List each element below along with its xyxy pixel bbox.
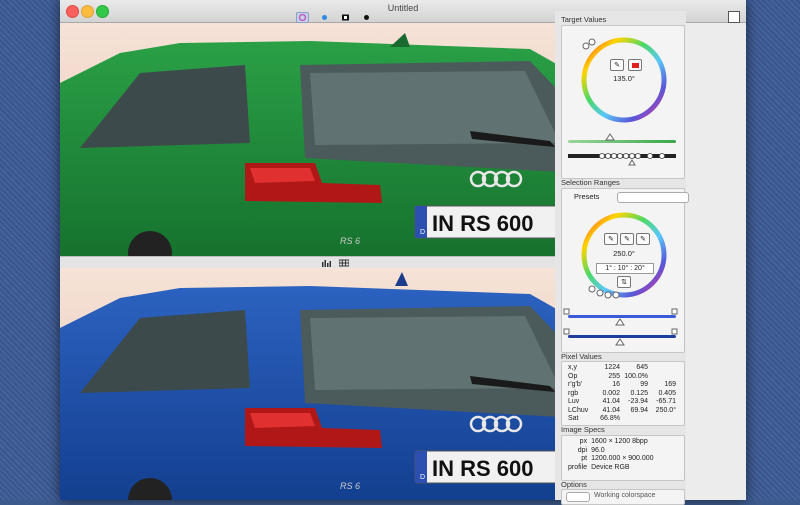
image-spec-label: px xyxy=(579,438,588,445)
square-icon[interactable] xyxy=(340,13,351,22)
pixel-value-cell xyxy=(650,373,678,382)
pixel-value-cell: 645 xyxy=(636,364,648,371)
pixel-value-cell: 169 xyxy=(664,381,676,388)
target-values-title: Target Values xyxy=(561,15,607,24)
options-title: Options xyxy=(561,480,587,489)
image-spec-row: profile Device RGB xyxy=(566,464,656,473)
image-spec-label: pt xyxy=(581,455,588,462)
license-plate-text: IN RS 600 xyxy=(432,211,534,236)
license-plate-text: IN RS 600 xyxy=(432,456,534,481)
image-spec-row: pt 1200.000 × 900.000 xyxy=(566,455,656,464)
image-specs-panel: px 1600 × 1200 8bpp dpi 96.0 pt 1200.000 × 90… xyxy=(561,435,685,481)
image-spec-row: dpi 96.0 xyxy=(566,447,656,456)
eyedropper-icon[interactable]: ✎ xyxy=(604,233,618,245)
plate-prefix: D xyxy=(420,229,425,236)
pixel-value-label: Luv xyxy=(568,398,580,405)
pixel-value-label: r'g'b' xyxy=(568,381,583,388)
pixel-value-label: x,y xyxy=(568,364,577,371)
pixel-value-cell: 250.0° xyxy=(655,406,676,414)
model-badge: RS 6 xyxy=(340,481,360,491)
image-spec-value: 1600 × 1200 8bpp xyxy=(591,438,648,445)
target-slider-handles[interactable] xyxy=(562,132,684,168)
options-panel: Working colorspace xyxy=(561,489,685,505)
pixel-values-title: Pixel Values xyxy=(561,352,602,361)
options-dropdown[interactable] xyxy=(566,492,590,502)
pixel-values-panel: x,y 1224 645 Op 255 100.0% r'g'b' 16 99 169 rgb 0.0… xyxy=(561,361,685,426)
image-spec-value: 1200.000 × 900.000 xyxy=(591,455,654,462)
hue-range-field[interactable]: 1° : 10° : 20° xyxy=(596,263,654,274)
image-spec-row: px 1600 × 1200 8bpp xyxy=(566,438,656,447)
inspector-sidebar: Target Values ✎ 135.0° Selection Ranges … xyxy=(555,11,689,505)
pixel-value-cell xyxy=(622,415,650,424)
pixel-value-cell: 16 xyxy=(612,381,620,388)
pixel-value-cell xyxy=(650,364,678,373)
pixel-values-row: Sat 66.8% xyxy=(566,415,678,424)
target-values-panel: ✎ 135.0° xyxy=(561,25,685,179)
pixel-values-row: Op 255 100.0% xyxy=(566,373,678,382)
image-specs-title: Image Specs xyxy=(561,425,605,434)
eyedropper-subtract-icon[interactable]: ✎ xyxy=(636,233,650,245)
pixel-value-cell: -23.94 xyxy=(628,398,648,405)
swap-icon[interactable]: ⇅ xyxy=(617,276,631,288)
pixel-value-cell: 0.405 xyxy=(658,389,676,397)
selection-angle: 250.0° xyxy=(613,249,635,258)
model-badge: RS 6 xyxy=(340,236,360,246)
color-wheel-icon[interactable] xyxy=(296,12,309,23)
pixel-values-table: x,y 1224 645 Op 255 100.0% r'g'b' 16 99 169 rgb 0.0… xyxy=(566,364,678,424)
pixel-values-row: r'g'b' 16 99 169 xyxy=(566,381,678,390)
pixel-value-cell: 99 xyxy=(640,381,648,388)
pixel-values-row: Luv 41.04 -23.94 -65.71 xyxy=(566,398,678,407)
target-angle: 135.0° xyxy=(613,74,635,83)
pixel-value-cell: 1224 xyxy=(604,364,620,371)
target-color-swatch[interactable] xyxy=(628,59,642,71)
pixel-values-row: LChuv 41.04 69.94 250.0° xyxy=(566,407,678,416)
dot-icon[interactable] xyxy=(319,13,330,22)
image-pane-result[interactable]: D IN RS 600 RS 6 xyxy=(60,268,610,500)
selection-range-sliders[interactable] xyxy=(562,307,684,351)
pixel-values-row: rgb 0.002 0.125 0.405 xyxy=(566,390,678,399)
pixel-values-row: x,y 1224 645 xyxy=(566,364,678,373)
selection-ranges-panel: Presets ✎ ✎ ✎ 250.0° 1° : 10° : 20° ⇅ xyxy=(561,188,689,353)
pixel-value-cell: 41.04 xyxy=(602,398,620,405)
plate-prefix: D xyxy=(420,474,425,481)
pixel-value-cell: 41.04 xyxy=(602,406,620,414)
pixel-value-cell: 0.002 xyxy=(602,389,620,397)
pixel-value-cell: 255 xyxy=(608,372,620,380)
layout-icon[interactable] xyxy=(728,11,740,23)
pixel-value-label: LChuv xyxy=(568,406,589,414)
image-spec-label: dpi xyxy=(577,446,588,454)
image-specs-table: px 1600 × 1200 8bpp dpi 96.0 pt 1200.000 × 90… xyxy=(566,438,656,472)
presets-label: Presets xyxy=(574,192,600,201)
histogram-icon[interactable] xyxy=(321,259,331,267)
pixel-value-cell: 0.125 xyxy=(630,389,648,397)
pixel-value-label: Op xyxy=(568,372,578,380)
image-spec-value: 96.0 xyxy=(591,446,605,454)
view-toolbar xyxy=(296,12,372,23)
working-colorspace-label: Working colorspace xyxy=(594,492,656,499)
pixel-value-label: Sat xyxy=(568,415,579,422)
pixel-value-cell: 100.0% xyxy=(624,372,648,380)
image-spec-label: profile xyxy=(568,463,588,471)
dot-icon[interactable] xyxy=(361,13,372,22)
selection-ranges-title: Selection Ranges xyxy=(561,178,620,187)
grid-icon[interactable] xyxy=(338,259,349,267)
eyedropper-add-icon[interactable]: ✎ xyxy=(620,233,634,245)
pixel-value-cell xyxy=(650,415,678,424)
pixel-value-cell: 69.94 xyxy=(630,406,648,414)
pixel-value-cell: 66.8% xyxy=(600,415,620,422)
eyedropper-icon[interactable]: ✎ xyxy=(610,59,624,71)
pixel-value-label: rgb xyxy=(568,389,579,397)
image-spec-value: Device RGB xyxy=(591,463,630,471)
image-pane-original[interactable]: D IN RS 600 RS 6 xyxy=(60,23,610,256)
pixel-value-cell: -65.71 xyxy=(656,398,676,405)
